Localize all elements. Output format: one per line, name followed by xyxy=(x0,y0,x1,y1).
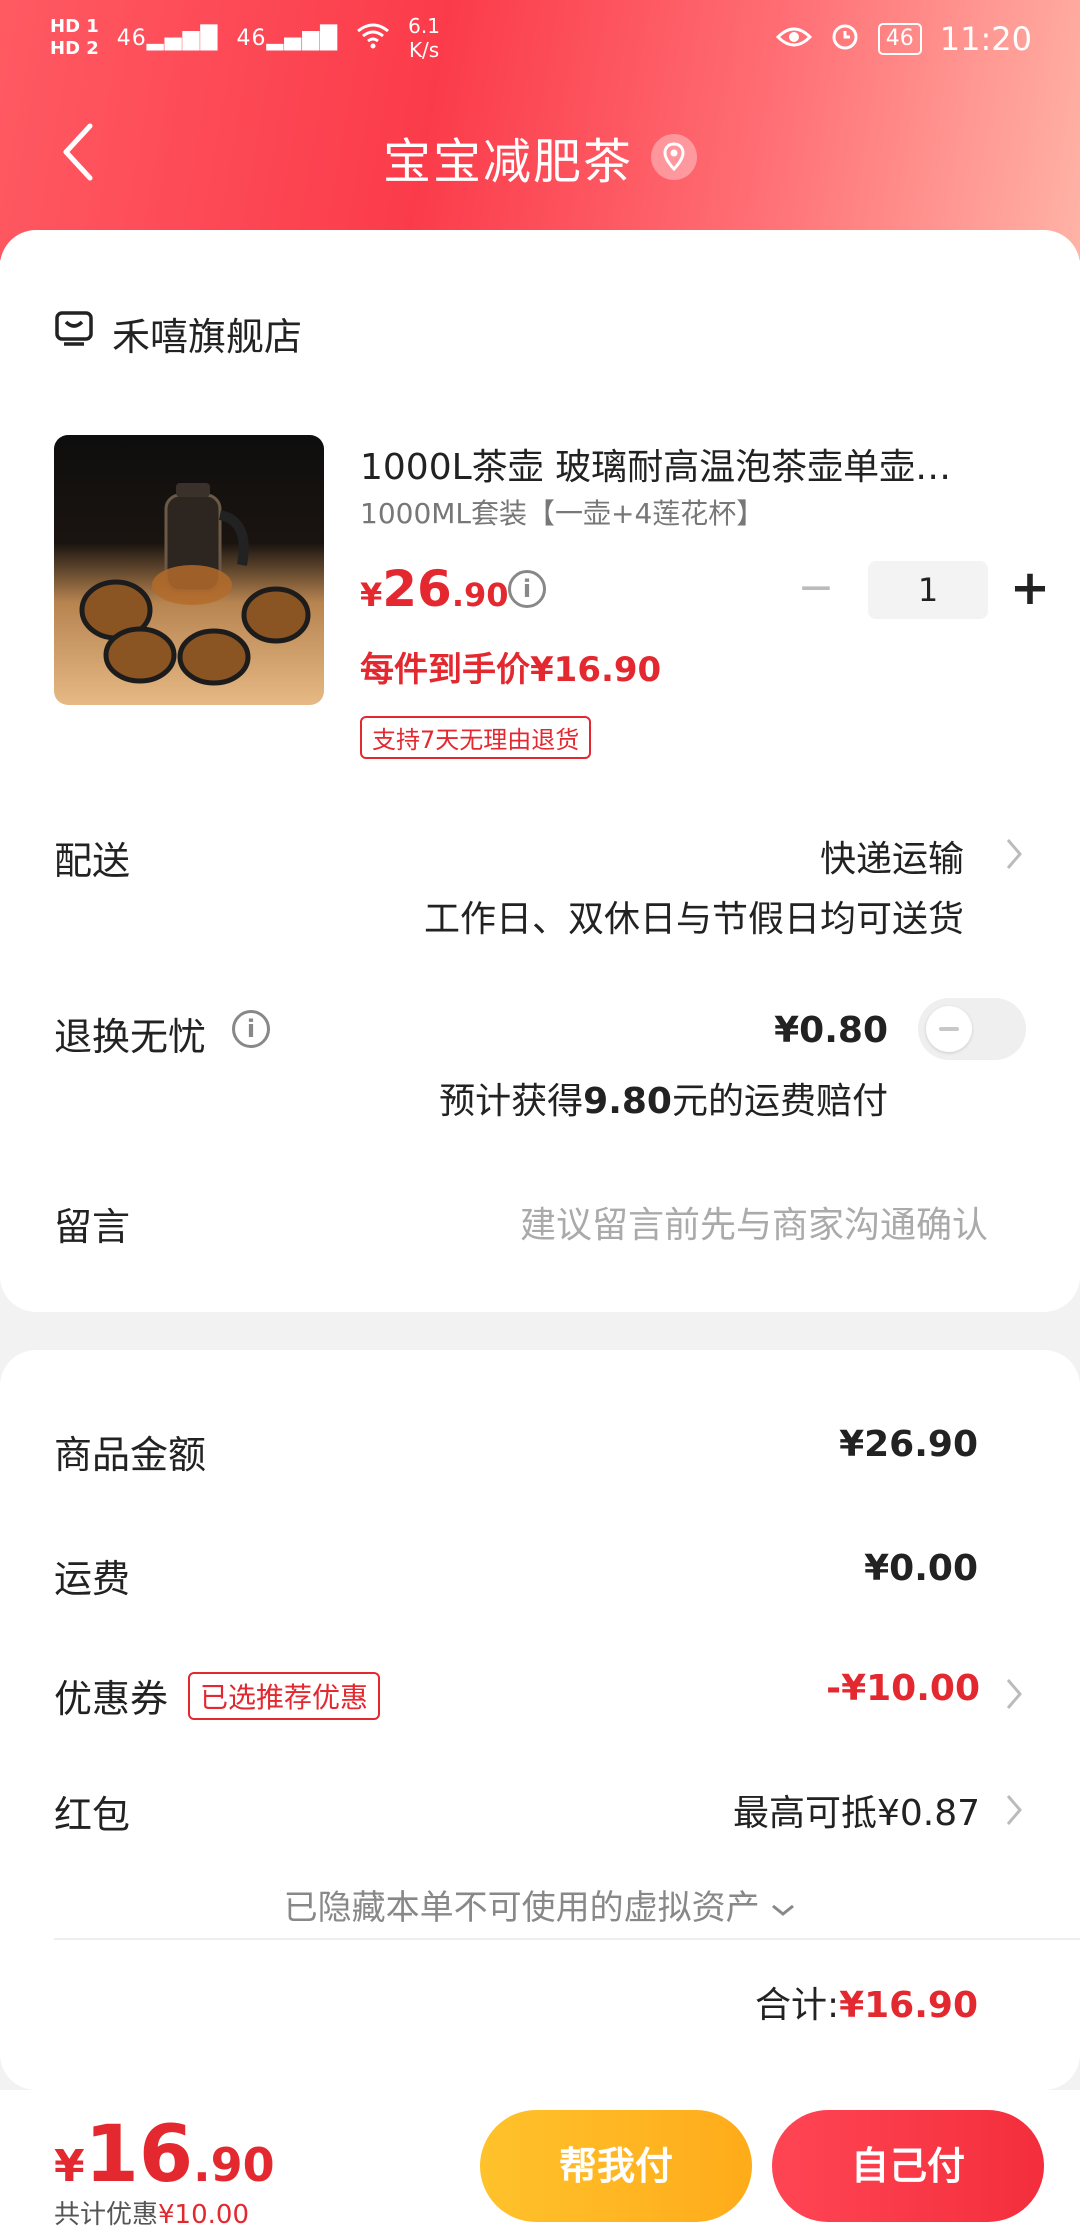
note-value: 9.80 xyxy=(583,1081,672,1122)
product-image[interactable] xyxy=(54,435,324,705)
page-title-row: 宝宝减肥茶 xyxy=(0,122,1080,192)
decrease-button[interactable]: − xyxy=(788,560,844,620)
red-packet-label: 红包 xyxy=(54,1793,131,1837)
price-symbol: ¥ xyxy=(360,576,383,614)
total-row: 合计:¥16.90 xyxy=(755,1976,978,2028)
info-icon[interactable]: i xyxy=(508,570,546,608)
wifi-icon xyxy=(356,21,390,56)
coupon-label: 优惠券 xyxy=(54,1677,169,1721)
divider xyxy=(54,1938,1080,1940)
checkout-bar: ¥16.90 共计优惠¥10.00 帮我付 自己付 xyxy=(0,2090,1080,2240)
bottom-price-integer: 16 xyxy=(84,2110,194,2200)
worry-free-info-icon[interactable]: i xyxy=(232,1010,270,1048)
title-wrap: 宝宝减肥茶 xyxy=(383,122,697,192)
note-suffix: 元的运费赔付 xyxy=(671,1081,888,1122)
bottom-price-symbol: ¥ xyxy=(54,2141,85,2192)
quantity-stepper: − 1 + xyxy=(788,560,1060,620)
total-saving: 共计优惠¥10.00 xyxy=(54,2194,249,2231)
shipping-label: 运费 xyxy=(54,1557,131,1601)
increase-button[interactable]: + xyxy=(1000,560,1060,620)
bottom-total-price: ¥16.90 xyxy=(54,2110,275,2200)
quantity-input[interactable]: 1 xyxy=(868,561,988,619)
product-spec[interactable]: 1000ML套装【一壶+4莲花杯】 xyxy=(360,492,764,532)
status-right: 46 11:20 xyxy=(775,20,1032,58)
worry-free-toggle[interactable] xyxy=(918,998,1026,1060)
toggle-knob xyxy=(926,1006,972,1052)
product-price: ¥26.90 xyxy=(360,560,509,618)
help-pay-button[interactable]: 帮我付 xyxy=(480,2110,752,2222)
return-policy-badge: 支持7天无理由退货 xyxy=(360,716,592,759)
speed-unit: K/s xyxy=(408,38,440,62)
goods-amount-value: ¥26.90 xyxy=(839,1424,978,1465)
status-bar: HD 1 HD 2 46▂▄▆█ 46▂▄▆█ 6.1 K/s 46 11:20 xyxy=(0,0,1080,80)
price-decimal: .90 xyxy=(451,576,509,614)
network-speed: 6.1 K/s xyxy=(408,14,440,62)
shop-row[interactable]: 禾嘻旗舰店 xyxy=(54,306,302,361)
chevron-right-icon[interactable] xyxy=(1004,836,1024,872)
hd1-label: HD 1 xyxy=(50,16,99,37)
delivery-note: 工作日、双休日与节假日均可送货 xyxy=(423,899,964,940)
worry-free-note: 预计获得9.80元的运费赔付 xyxy=(439,1072,888,1124)
deal-price: 每件到手价¥16.90 xyxy=(360,650,662,690)
total-label: 合计: xyxy=(754,1985,840,2026)
signal2-label: 46 xyxy=(236,25,267,51)
shipping-value: ¥0.00 xyxy=(864,1548,978,1589)
chevron-down-icon xyxy=(772,1904,795,1916)
top-header: HD 1 HD 2 46▂▄▆█ 46▂▄▆█ 6.1 K/s 46 11:20 xyxy=(0,0,1080,260)
note-prefix: 预计获得 xyxy=(439,1081,584,1122)
message-label: 留言 xyxy=(54,1205,131,1249)
message-input[interactable]: 建议留言前先与商家沟通确认 xyxy=(520,1196,988,1248)
alarm-icon xyxy=(830,21,860,58)
goods-amount-label: 商品金额 xyxy=(54,1433,207,1477)
eye-icon xyxy=(775,23,812,56)
teapot-image xyxy=(79,483,311,686)
order-card: 禾嘻旗舰店 1000L茶壶 玻璃耐高温泡茶壶单壶… 1000ML套装【一壶+4莲… xyxy=(0,230,1080,1312)
red-packet-value[interactable]: 最高可抵¥0.87 xyxy=(733,1784,980,1836)
saving-label: 共计优惠 xyxy=(54,2200,159,2230)
bottom-price-decimal: .90 xyxy=(193,2138,275,2192)
speed-value: 6.1 xyxy=(408,14,440,38)
total-value: ¥16.90 xyxy=(839,1985,978,2026)
shop-name: 禾嘻旗舰店 xyxy=(112,315,303,359)
product-title[interactable]: 1000L茶壶 玻璃耐高温泡茶壶单壶… xyxy=(360,438,951,490)
status-left: HD 1 HD 2 46▂▄▆█ 46▂▄▆█ 6.1 K/s xyxy=(50,14,440,62)
location-pin-icon[interactable] xyxy=(651,134,697,180)
page-title: 宝宝减肥茶 xyxy=(382,134,633,190)
hd2-label: HD 2 xyxy=(50,38,99,59)
clock: 11:20 xyxy=(939,20,1032,58)
signal-icon: 46▂▄▆█ xyxy=(236,25,339,51)
worry-free-price: ¥0.80 xyxy=(774,1010,888,1051)
delivery-method[interactable]: 快递运输 xyxy=(820,830,964,882)
signal1-label: 46 xyxy=(116,25,147,51)
coupon-value[interactable]: -¥10.00 xyxy=(826,1668,980,1709)
hidden-assets-label: 已隐藏本单不可使用的虚拟资产 xyxy=(283,1888,760,1928)
coupon-badge: 已选推荐优惠 xyxy=(188,1672,381,1720)
self-pay-button[interactable]: 自己付 xyxy=(772,2110,1044,2222)
price-integer: 26 xyxy=(382,560,452,618)
signal-icon: 46▂▄▆█ xyxy=(116,25,219,51)
chevron-right-icon[interactable] xyxy=(1004,1676,1024,1712)
delivery-label: 配送 xyxy=(54,839,131,883)
hd-indicator: HD 1 HD 2 xyxy=(50,16,99,60)
chevron-right-icon[interactable] xyxy=(1004,1792,1024,1828)
worry-free-label: 退换无忧 xyxy=(54,1015,207,1059)
summary-card: 商品金额 ¥26.90 运费 ¥0.00 优惠券 已选推荐优惠 -¥10.00 … xyxy=(0,1350,1080,2090)
hidden-assets-toggle[interactable]: 已隐藏本单不可使用的虚拟资产 xyxy=(0,1880,1080,1929)
store-icon xyxy=(54,310,94,357)
battery-icon: 46 xyxy=(877,23,922,55)
saving-value: ¥10.00 xyxy=(158,2200,249,2230)
